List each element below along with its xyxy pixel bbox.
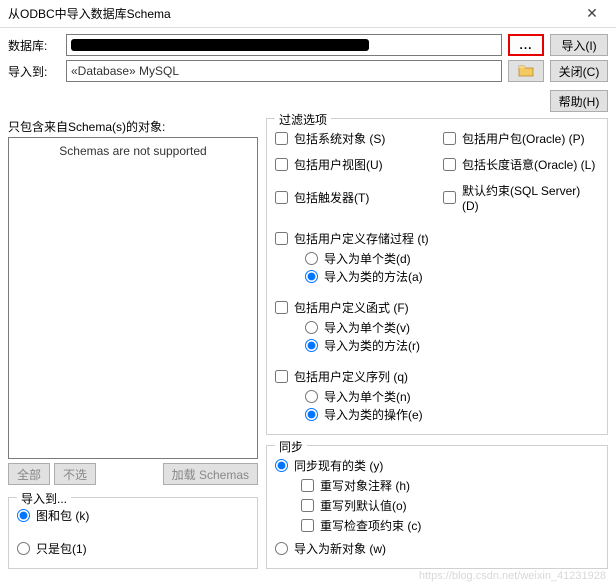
browse-database-button[interactable]: ... [508, 34, 544, 56]
radio-diagram-and-package-label: 图和包 (k) [36, 507, 89, 524]
radio-proc-single-class[interactable] [305, 252, 318, 265]
browse-import-target-button[interactable] [508, 60, 544, 82]
checkbox-user-packages-label: 包括用户包(Oracle) (P) [462, 130, 585, 147]
radio-sync-existing-label: 同步现有的类 (y) [294, 457, 383, 474]
checkbox-stored-procedures[interactable] [275, 232, 288, 245]
checkbox-sequences[interactable] [275, 370, 288, 383]
load-schemas-button[interactable]: 加载 Schemas [163, 463, 258, 485]
checkbox-triggers[interactable] [275, 191, 288, 204]
radio-seq-class-operation-label: 导入为类的操作(e) [324, 406, 423, 423]
checkbox-length-semantics-label: 包括长度语意(Oracle) (L) [462, 156, 595, 173]
import-to-label: 导入到: [8, 63, 60, 80]
radio-seq-single-class[interactable] [305, 390, 318, 403]
schema-list-label: 只包含来自Schema(s)的对象: [8, 118, 258, 135]
radio-func-class-method[interactable] [305, 339, 318, 352]
radio-func-class-method-label: 导入为类的方法(r) [324, 337, 420, 354]
radio-import-as-new-label: 导入为新对象 (w) [294, 540, 386, 557]
radio-diagram-and-package[interactable] [17, 509, 30, 522]
checkbox-functions[interactable] [275, 301, 288, 314]
help-button[interactable]: 帮助(H) [550, 90, 608, 112]
schema-listbox[interactable]: Schemas are not supported [8, 137, 258, 459]
radio-package-only[interactable] [17, 542, 30, 555]
checkbox-rewrite-check-constraints[interactable] [301, 519, 314, 532]
checkbox-default-constraints-label: 默认约束(SQL Server) (D) [462, 182, 599, 213]
radio-sync-existing[interactable] [275, 459, 288, 472]
checkbox-rewrite-check-constraints-label: 重写检查项约束 (c) [320, 517, 421, 534]
radio-proc-single-class-label: 导入为单个类(d) [324, 250, 411, 267]
checkbox-user-views[interactable] [275, 158, 288, 171]
close-button[interactable]: 关闭(C) [550, 60, 608, 82]
checkbox-rewrite-defaults[interactable] [301, 499, 314, 512]
ellipsis-icon: ... [519, 38, 532, 52]
checkbox-functions-label: 包括用户定义函式 (F) [294, 299, 409, 316]
radio-seq-class-operation[interactable] [305, 408, 318, 421]
radio-func-single-class[interactable] [305, 321, 318, 334]
checkbox-default-constraints[interactable] [443, 191, 456, 204]
database-field[interactable] [66, 34, 502, 56]
radio-seq-single-class-label: 导入为单个类(n) [324, 388, 411, 405]
radio-package-only-label: 只是包(1) [36, 540, 87, 557]
checkbox-sequences-label: 包括用户定义序列 (q) [294, 368, 408, 385]
close-icon[interactable]: ✕ [572, 5, 612, 22]
radio-proc-class-method-label: 导入为类的方法(a) [324, 268, 423, 285]
radio-proc-class-method[interactable] [305, 270, 318, 283]
checkbox-user-packages[interactable] [443, 132, 456, 145]
redacted-text [71, 39, 369, 51]
checkbox-rewrite-comments-label: 重写对象注释 (h) [320, 477, 410, 494]
database-label: 数据库: [8, 37, 60, 54]
filter-options-title: 过滤选项 [275, 111, 331, 128]
radio-import-as-new[interactable] [275, 542, 288, 555]
schema-list-message: Schemas are not supported [15, 144, 251, 158]
import-to-group-title: 导入到... [17, 490, 71, 507]
window-title: 从ODBC中导入数据库Schema [8, 5, 572, 22]
checkbox-triggers-label: 包括触发器(T) [294, 189, 369, 206]
folder-icon [518, 63, 534, 80]
checkbox-stored-procedures-label: 包括用户定义存储过程 (t) [294, 230, 429, 247]
sync-group-title: 同步 [275, 438, 307, 455]
import-to-field[interactable]: «Database» MySQL [66, 60, 502, 82]
checkbox-length-semantics[interactable] [443, 158, 456, 171]
select-all-button[interactable]: 全部 [8, 463, 50, 485]
import-button[interactable]: 导入(I) [550, 34, 608, 56]
radio-func-single-class-label: 导入为单个类(v) [324, 319, 410, 336]
checkbox-rewrite-comments[interactable] [301, 479, 314, 492]
checkbox-rewrite-defaults-label: 重写列默认值(o) [320, 497, 407, 514]
checkbox-user-views-label: 包括用户视图(U) [294, 156, 383, 173]
select-none-button[interactable]: 不选 [54, 463, 96, 485]
checkbox-system-objects-label: 包括系统对象 (S) [294, 130, 385, 147]
checkbox-system-objects[interactable] [275, 132, 288, 145]
